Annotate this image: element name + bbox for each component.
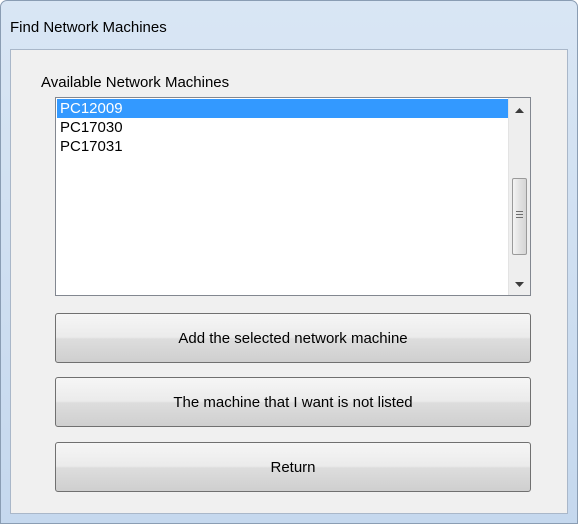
list-item[interactable]: PC12009 xyxy=(57,99,509,118)
title-bar[interactable]: Find Network Machines xyxy=(1,1,577,49)
list-label: Available Network Machines xyxy=(41,74,230,91)
list-item[interactable]: PC17031 xyxy=(57,137,509,156)
scroll-up-icon[interactable] xyxy=(509,100,530,120)
scrollbar-thumb[interactable] xyxy=(512,178,527,255)
scroll-down-icon[interactable] xyxy=(509,274,530,294)
list-item[interactable]: PC17030 xyxy=(57,118,509,137)
window-title: Find Network Machines xyxy=(10,19,167,36)
network-machines-listbox[interactable]: PC12009 PC17030 PC17031 xyxy=(55,97,531,296)
machine-not-listed-button[interactable]: The machine that I want is not listed xyxy=(55,377,531,427)
return-button[interactable]: Return xyxy=(55,442,531,492)
vertical-scrollbar[interactable] xyxy=(508,98,530,295)
add-machine-button[interactable]: Add the selected network machine xyxy=(55,313,531,363)
thumb-grip-icon xyxy=(516,211,523,220)
